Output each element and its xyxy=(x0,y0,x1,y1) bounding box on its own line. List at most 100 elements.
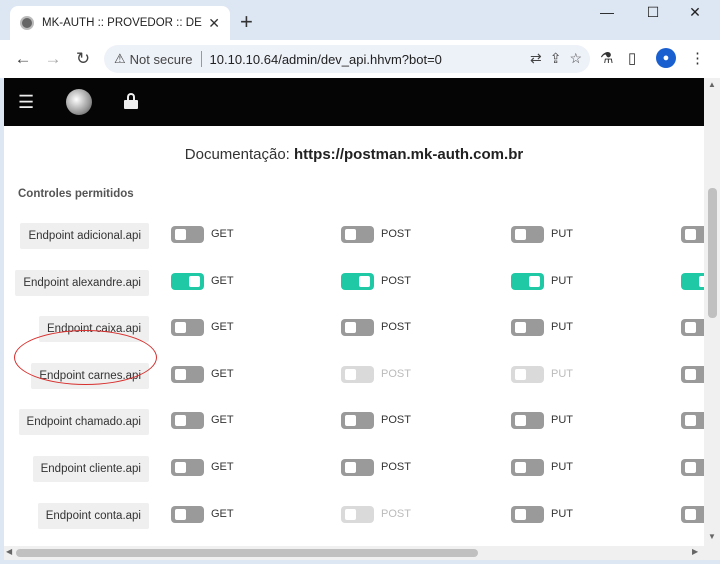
endpoint-label: Endpoint alexandre.api xyxy=(15,269,149,296)
back-arrow-icon[interactable]: ← xyxy=(12,49,34,69)
method-label: POST xyxy=(381,228,411,240)
permission-toggle[interactable] xyxy=(681,319,704,337)
hamburger-menu-icon[interactable]: ☰ xyxy=(18,92,34,113)
reload-icon[interactable]: ↻ xyxy=(72,49,94,69)
permission-toggle[interactable] xyxy=(511,272,544,290)
menu-kebab-icon[interactable]: ⋮ xyxy=(690,49,705,67)
scroll-right-arrow-icon[interactable]: ▶ xyxy=(692,547,698,556)
permission-toggle xyxy=(341,505,374,523)
permission-toggle[interactable] xyxy=(171,505,204,523)
method-label: POST xyxy=(381,321,411,334)
permission-toggle[interactable] xyxy=(171,226,204,243)
documentation-line: Documentação: https://postman.mk-auth.co… xyxy=(4,146,704,163)
vertical-scrollbar[interactable]: ▲ ▼ xyxy=(704,78,720,546)
address-bar[interactable]: ⚠ Not secure 10.10.10.64/admin/dev_api.h… xyxy=(104,45,590,73)
method-label: GET xyxy=(211,414,234,427)
not-secure-label[interactable]: Not secure xyxy=(130,52,193,67)
side-panel-icon[interactable]: ▯ xyxy=(628,49,636,67)
permission-toggle[interactable] xyxy=(681,412,704,430)
endpoint-label: Endpoint cliente.api xyxy=(32,456,149,482)
favicon-icon xyxy=(20,16,34,30)
permission-toggle[interactable] xyxy=(341,272,374,290)
app-navbar: ☰ xyxy=(4,78,704,126)
scrollbar-corner xyxy=(704,546,720,560)
method-label: PUT xyxy=(551,228,573,240)
method-label: GET xyxy=(211,228,234,240)
new-tab-button[interactable]: + xyxy=(240,10,253,34)
endpoint-row: Endpoint cliente.api GET POST PUT xyxy=(4,454,704,484)
tab-strip: MK-AUTH :: PROVEDOR :: DEV :: A ✕ + — ☐ … xyxy=(0,0,720,40)
lab-flask-icon[interactable]: ⚗ xyxy=(600,49,613,67)
method-label: PUT xyxy=(551,461,573,473)
permission-toggle[interactable] xyxy=(681,226,704,243)
permission-toggle[interactable] xyxy=(511,505,544,523)
bookmark-star-icon[interactable]: ☆ xyxy=(569,50,582,67)
address-divider xyxy=(200,51,202,67)
browser-tab[interactable]: MK-AUTH :: PROVEDOR :: DEV :: A ✕ xyxy=(10,6,230,40)
tab-close-icon[interactable]: ✕ xyxy=(208,15,220,32)
permission-toggle[interactable] xyxy=(341,412,374,430)
highlight-circle xyxy=(14,330,157,385)
permission-toggle[interactable] xyxy=(171,272,204,290)
method-label: PUT xyxy=(551,367,573,380)
permission-toggle[interactable] xyxy=(171,319,204,337)
close-window-button[interactable]: ✕ xyxy=(680,4,710,21)
method-label: POST xyxy=(381,414,411,427)
mk-auth-logo-icon[interactable] xyxy=(66,89,92,115)
permission-toggle[interactable] xyxy=(171,459,204,476)
horizontal-scrollbar[interactable]: ◀ ▶ xyxy=(4,546,704,560)
vertical-scroll-thumb[interactable] xyxy=(708,188,717,318)
warning-icon: ⚠ xyxy=(114,51,126,66)
share-icon[interactable]: ⇪ xyxy=(550,50,562,67)
scroll-up-arrow-icon[interactable]: ▲ xyxy=(704,80,720,89)
browser-toolbar: ← → ↻ ⚠ Not secure 10.10.10.64/admin/dev… xyxy=(0,40,720,78)
endpoint-row: Endpoint alexandre.api GET POST PUT xyxy=(4,268,704,298)
endpoint-label: Endpoint conta.api xyxy=(37,502,149,529)
maximize-button[interactable]: ☐ xyxy=(638,4,668,21)
forward-arrow-icon[interactable]: → xyxy=(42,49,64,69)
page-viewport: ☰ Documentação: https://postman.mk-auth.… xyxy=(4,78,704,546)
endpoint-label: Endpoint adicional.api xyxy=(20,223,149,249)
endpoint-row: Endpoint conta.api GET POST PUT xyxy=(4,501,704,531)
permission-toggle[interactable] xyxy=(341,459,374,476)
minimize-button[interactable]: — xyxy=(592,4,622,20)
permission-toggle[interactable] xyxy=(511,412,544,430)
method-label: PUT xyxy=(551,414,573,427)
method-label: GET xyxy=(211,274,234,287)
scroll-down-arrow-icon[interactable]: ▼ xyxy=(704,532,720,541)
section-title: Controles permitidos xyxy=(18,188,134,200)
documentation-link[interactable]: https://postman.mk-auth.com.br xyxy=(294,146,523,163)
permission-toggle[interactable] xyxy=(511,319,544,337)
horizontal-scroll-thumb[interactable] xyxy=(16,549,478,557)
endpoint-row: Endpoint chamado.api GET POST PUT xyxy=(4,407,704,437)
permission-toggle xyxy=(341,365,374,383)
permission-toggle[interactable] xyxy=(511,226,544,243)
permission-toggle[interactable] xyxy=(341,319,374,337)
method-label: POST xyxy=(381,507,411,520)
permission-toggle[interactable] xyxy=(681,505,704,523)
method-label: PUT xyxy=(551,274,573,287)
lock-icon[interactable] xyxy=(124,93,138,109)
translate-icon[interactable]: ⇄ xyxy=(530,50,542,67)
documentation-label: Documentação: xyxy=(184,146,290,163)
tab-title: MK-AUTH :: PROVEDOR :: DEV :: A xyxy=(42,17,202,29)
scroll-left-arrow-icon[interactable]: ◀ xyxy=(6,547,12,556)
method-label: PUT xyxy=(551,507,573,520)
permission-toggle[interactable] xyxy=(681,365,704,383)
permission-toggle[interactable] xyxy=(341,226,374,243)
permission-toggle[interactable] xyxy=(171,365,204,383)
permission-toggle xyxy=(511,365,544,383)
url-text[interactable]: 10.10.10.64/admin/dev_api.hhvm?bot=0 xyxy=(210,52,442,67)
profile-avatar-icon[interactable]: ● xyxy=(656,48,676,68)
permission-toggle[interactable] xyxy=(681,459,704,476)
permission-toggle[interactable] xyxy=(681,272,704,290)
method-label: GET xyxy=(211,507,234,520)
method-label: POST xyxy=(381,274,411,287)
method-label: POST xyxy=(381,461,411,473)
permission-toggle[interactable] xyxy=(511,459,544,476)
method-label: GET xyxy=(211,321,234,334)
method-label: PUT xyxy=(551,321,573,334)
endpoint-row: Endpoint adicional.api GET POST PUT xyxy=(4,221,704,251)
permission-toggle[interactable] xyxy=(171,412,204,430)
method-label: GET xyxy=(211,461,234,473)
